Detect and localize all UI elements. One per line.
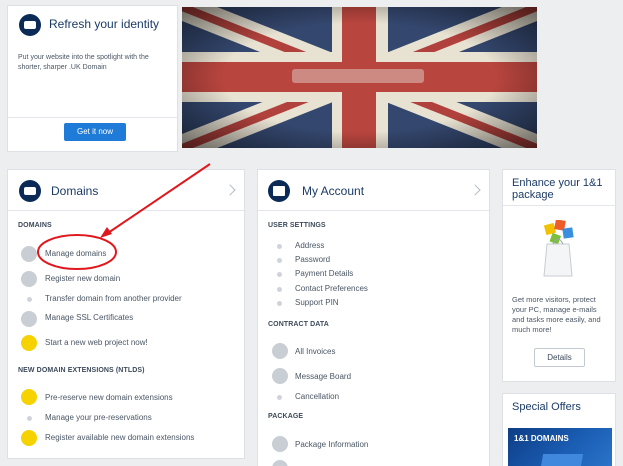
promo-body-line2: shorter, sharper .UK Domain — [18, 64, 107, 71]
bullet-icon — [277, 395, 282, 400]
package-header: PACKAGE — [268, 413, 304, 420]
details-button[interactable]: Details — [534, 348, 585, 367]
my-account-card: My Account USER SETTINGS Address Passwor… — [257, 169, 491, 466]
promo-card: Refresh your identity Put your website i… — [7, 5, 179, 152]
promo-body-line1: Put your website into the spotlight with… — [18, 54, 149, 61]
pre-reserve-link[interactable]: Pre-reserve new domain extensions — [45, 393, 173, 402]
domain-badge-icon — [19, 14, 41, 36]
get-it-now-button[interactable]: Get it now — [64, 123, 126, 141]
account-icon — [268, 180, 290, 202]
register-new-domain-link[interactable]: Register new domain — [45, 274, 120, 283]
offer-banner-text: 1&1 DOMAINS — [514, 434, 569, 443]
special-offers-card: Special Offers 1&1 DOMAINS — [502, 393, 616, 466]
ssl-icon — [21, 311, 37, 327]
enhance-title-line2: package — [512, 189, 554, 201]
all-invoices-link[interactable]: All Invoices — [295, 347, 335, 356]
enhance-title-line1: Enhance your 1&1 — [512, 177, 603, 189]
invoices-icon — [272, 343, 288, 359]
bullet-icon — [277, 258, 282, 263]
package-information-link[interactable]: Package Information — [295, 440, 368, 449]
domains-icon — [19, 180, 41, 202]
manage-domains-icon — [21, 246, 37, 262]
special-offers-title: Special Offers — [512, 401, 581, 413]
crown-icon — [21, 389, 37, 405]
cancellation-link[interactable]: Cancellation — [295, 392, 339, 401]
union-jack-banner[interactable] — [182, 7, 537, 148]
enhance-body-line3: and tasks more easily, and — [512, 315, 601, 324]
register-new-extensions-link[interactable]: Register available new domain extensions — [45, 433, 194, 442]
promo-title: Refresh your identity — [49, 17, 160, 31]
manage-ssl-link[interactable]: Manage SSL Certificates — [45, 313, 133, 322]
ntlds-section-header: NEW DOMAIN EXTENSIONS (NTLDS) — [18, 367, 145, 374]
bullet-icon — [277, 301, 282, 306]
enhance-package-card: Enhance your 1&1 package Get more visito… — [502, 169, 617, 382]
register-domain-icon — [21, 271, 37, 287]
my-account-title[interactable]: My Account — [302, 184, 364, 198]
union-jack-flag — [182, 7, 537, 148]
chevron-right-icon[interactable] — [469, 184, 481, 196]
address-link[interactable]: Address — [295, 241, 324, 250]
manage-domains-link[interactable]: Manage domains — [45, 249, 106, 258]
bullet-icon — [277, 272, 282, 277]
chevron-right-icon[interactable] — [224, 184, 236, 196]
message-board-icon — [272, 368, 288, 384]
support-pin-link[interactable]: Support PIN — [295, 298, 339, 307]
contact-preferences-link[interactable]: Contact Preferences — [295, 284, 368, 293]
package-item-icon — [272, 460, 288, 466]
bullet-icon — [277, 244, 282, 249]
transfer-domain-link[interactable]: Transfer domain from another provider — [45, 294, 182, 303]
package-icon — [272, 436, 288, 452]
start-web-project-link[interactable]: Start a new web project now! — [45, 338, 148, 347]
message-board-link[interactable]: Message Board — [295, 372, 351, 381]
bullet-icon — [27, 297, 32, 302]
payment-details-link[interactable]: Payment Details — [295, 269, 353, 278]
domains-section-header: DOMAINS — [18, 222, 52, 229]
user-settings-header: USER SETTINGS — [268, 222, 326, 229]
password-link[interactable]: Password — [295, 255, 330, 264]
domains-title[interactable]: Domains — [51, 184, 98, 198]
domains-offer-banner[interactable]: 1&1 DOMAINS — [508, 428, 612, 466]
enhance-body-line2: your PC, manage e-mails — [512, 305, 597, 314]
crown-icon — [21, 430, 37, 446]
bullet-icon — [27, 416, 32, 421]
shopping-bag-icon — [541, 219, 575, 278]
enhance-body-line4: much more! — [512, 325, 552, 334]
contract-data-header: CONTRACT DATA — [268, 321, 329, 328]
domains-card: Domains DOMAINS Manage domains Register … — [7, 169, 246, 459]
manage-pre-reservations-link[interactable]: Manage your pre-reservations — [45, 413, 152, 422]
bullet-icon — [277, 287, 282, 292]
enhance-body-line1: Get more visitors, protect — [512, 295, 596, 304]
crown-icon — [21, 335, 37, 351]
